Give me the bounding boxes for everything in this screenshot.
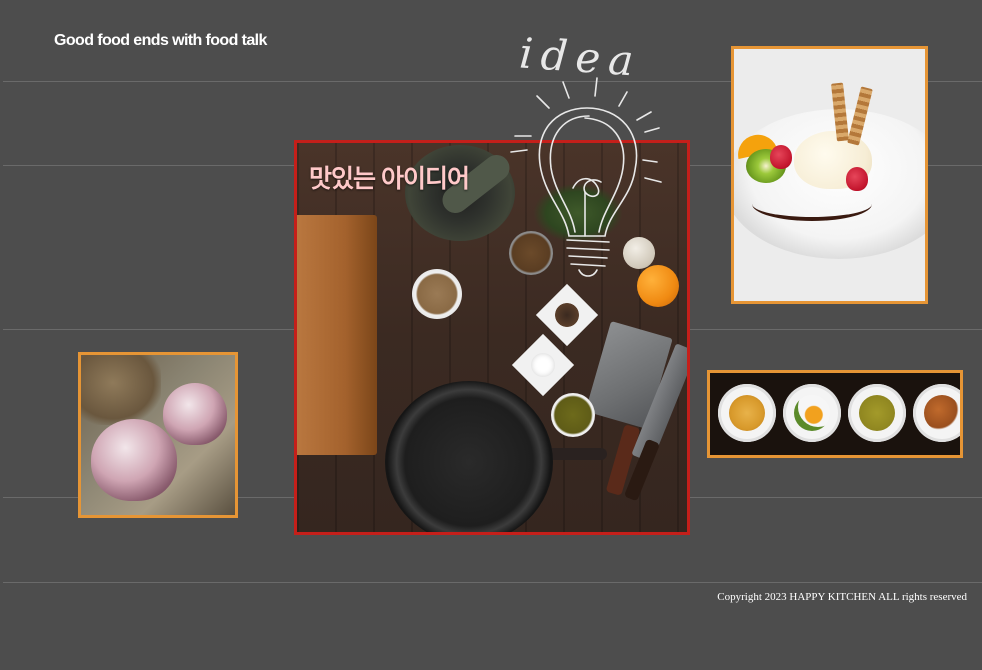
- pasta-plate: [718, 384, 776, 442]
- cutting-board: [297, 215, 377, 455]
- cast-iron-pan: [385, 381, 553, 532]
- pan-handle: [547, 448, 607, 460]
- pastry-plate: [913, 384, 960, 442]
- oil-bowl: [551, 393, 595, 437]
- strawberry: [770, 145, 792, 169]
- idea-text: idea: [518, 28, 643, 85]
- garlic-bulb: [91, 419, 177, 501]
- sugar-bowl: [412, 269, 462, 319]
- dried-herbs: [81, 355, 161, 425]
- site-title: Good food ends with food talk: [54, 32, 267, 49]
- dishes-image[interactable]: [707, 370, 963, 458]
- garlic-bulb: [163, 383, 227, 445]
- soup-plate: [848, 384, 906, 442]
- idea-lightbulb-doodle: idea: [510, 28, 662, 277]
- chocolate-sauce: [752, 187, 872, 221]
- divider-line: [3, 582, 982, 583]
- garlic-image[interactable]: [78, 352, 238, 518]
- copyright-text: Copyright 2023 HAPPY KITCHEN ALL rights …: [717, 591, 967, 603]
- main-image-caption: 맛있는 아이디어: [309, 165, 470, 193]
- egg-plate: [783, 384, 841, 442]
- dessert-image[interactable]: [731, 46, 928, 304]
- strawberry: [846, 167, 868, 191]
